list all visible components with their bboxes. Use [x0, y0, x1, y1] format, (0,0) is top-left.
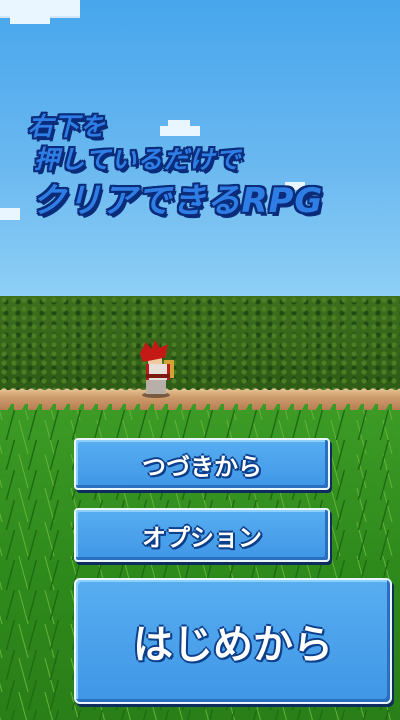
continue-button[interactable]: つづきから: [74, 438, 330, 490]
hero-sprite: [136, 340, 176, 398]
game-title: 右下を 押しているだけで クリアできるRPG: [28, 112, 388, 224]
continue-button-label: つづきから: [142, 452, 262, 481]
hero-legs: [146, 380, 166, 394]
new-game-button[interactable]: はじめから: [74, 578, 392, 704]
cloud: [0, 208, 20, 220]
title-line-2: 押しているだけで: [34, 145, 242, 174]
hero-hair: [140, 340, 168, 362]
title-line-3: クリアできるRPG: [32, 181, 324, 221]
forest-background: [0, 296, 400, 396]
new-game-button-label: はじめから: [133, 622, 333, 668]
hero-belt: [146, 374, 170, 378]
options-button-label: オプション: [142, 523, 262, 552]
options-button[interactable]: オプション: [74, 508, 330, 562]
title-line-1: 右下を: [28, 112, 107, 141]
cloud: [0, 0, 80, 24]
